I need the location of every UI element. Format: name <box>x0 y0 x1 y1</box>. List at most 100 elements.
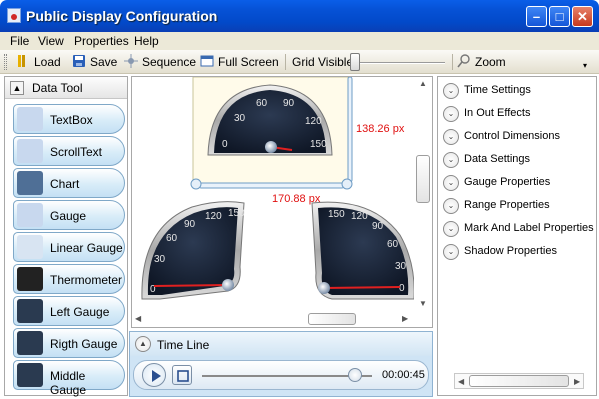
width-resize-handle[interactable] <box>198 182 345 189</box>
properties-horizontal-scrollbar[interactable]: ◀ ▶ <box>454 373 584 389</box>
thermometer-icon <box>17 267 43 291</box>
left-gauge-icon <box>17 299 43 323</box>
properties-panel: ⌄ Time Settings ⌄ In Out Effects ⌄ Control Di… <box>437 76 597 396</box>
save-button[interactable]: Save <box>72 54 117 70</box>
grid-visible-toggle[interactable]: Grid Visible <box>285 54 353 70</box>
right-gauge-icon <box>17 331 43 355</box>
property-section-range-properties[interactable]: ⌄ Range Properties <box>438 195 596 217</box>
menu-help[interactable]: Help <box>134 34 159 48</box>
gauge-3-tick-label: 60 <box>387 239 399 250</box>
tool-item-scrolltext[interactable]: ScrollText <box>13 136 125 166</box>
minimize-icon: – <box>532 9 541 24</box>
menu-view[interactable]: View <box>38 34 64 48</box>
properties-scroll-thumb[interactable] <box>469 375 569 387</box>
collapse-up-icon[interactable]: ▲ <box>10 81 24 95</box>
gauge-2-tick-label: 90 <box>184 219 196 230</box>
gauge-3-needle <box>323 286 401 289</box>
gauge-3-tick-label: 30 <box>395 261 407 272</box>
resize-corner-handle[interactable] <box>341 178 353 190</box>
zoom-slider-track[interactable] <box>353 62 445 64</box>
zoom-button[interactable]: Zoom <box>452 54 506 70</box>
scroll-right-arrow-icon[interactable]: ▶ <box>402 314 408 323</box>
resize-corner-handle[interactable] <box>190 178 202 190</box>
timeline-track[interactable] <box>202 375 372 377</box>
timeline-controls: 00:00:45 <box>133 360 429 390</box>
tool-item-chart[interactable]: Chart <box>13 168 125 198</box>
expand-chevron-icon[interactable]: ⌄ <box>443 83 459 99</box>
height-resize-handle[interactable] <box>347 77 353 183</box>
toolbar-overflow-icon[interactable]: ▾ <box>583 58 587 74</box>
app-icon <box>7 8 21 23</box>
gauge-1-tick-label: 60 <box>256 98 268 109</box>
gauge-3-tick-label: 90 <box>372 221 384 232</box>
expand-chevron-icon[interactable]: ⌄ <box>443 198 459 214</box>
minimize-button[interactable]: – <box>526 6 547 27</box>
timeline-slider-thumb[interactable] <box>348 368 362 382</box>
expand-chevron-icon[interactable]: ⌄ <box>443 106 459 122</box>
tool-item-thermometer[interactable]: Thermometer <box>13 264 125 294</box>
tool-item-label: Chart <box>50 177 80 191</box>
property-section-in-out-effects[interactable]: ⌄ In Out Effects <box>438 103 596 125</box>
gauge-2-tick-label: 30 <box>154 254 166 265</box>
tool-item-left-gauge[interactable]: Left Gauge <box>13 296 125 326</box>
menu-properties[interactable]: Properties <box>74 34 129 48</box>
expand-chevron-icon[interactable]: ⌄ <box>443 175 459 191</box>
vertical-scroll-thumb[interactable] <box>416 155 430 203</box>
toolbar-grip[interactable] <box>4 54 7 70</box>
middle-gauge-icon <box>17 363 43 387</box>
tool-item-middle-gauge[interactable]: Middle Gauge <box>13 360 125 397</box>
gauge-3-hub <box>318 282 330 294</box>
gauge-3-tick-label: 0 <box>399 283 405 294</box>
scroll-left-arrow-icon[interactable]: ◀ <box>135 314 141 323</box>
canvas-vertical-scrollbar[interactable]: ▲ ▼ <box>414 77 432 310</box>
property-section-gauge-properties[interactable]: ⌄ Gauge Properties <box>438 172 596 194</box>
horizontal-scroll-thumb[interactable] <box>308 313 356 325</box>
textbox-icon <box>17 107 43 131</box>
load-button[interactable]: Load <box>16 54 61 70</box>
expand-chevron-icon[interactable]: ⌄ <box>443 221 459 237</box>
toolbar: Load Save Sequence Full Screen Grid Visi… <box>0 50 599 74</box>
property-section-label: Shadow Properties <box>464 245 557 257</box>
collapse-chevron-icon[interactable]: ▲ <box>135 336 151 352</box>
property-section-label: Control Dimensions <box>464 130 560 142</box>
menu-file[interactable]: File <box>10 34 29 48</box>
tool-item-rigth-gauge[interactable]: Rigth Gauge <box>13 328 125 358</box>
sequence-label: Sequence <box>142 55 197 69</box>
scroll-right-arrow-icon[interactable]: ▶ <box>574 377 580 386</box>
menu-bar: File View Properties Help <box>0 32 599 50</box>
data-tool-header: ▲ Data Tool <box>5 77 127 99</box>
expand-chevron-icon[interactable]: ⌄ <box>443 152 459 168</box>
close-button[interactable]: ✕ <box>572 6 593 27</box>
property-section-data-settings[interactable]: ⌄ Data Settings <box>438 149 596 171</box>
property-section-time-settings[interactable]: ⌄ Time Settings <box>438 80 596 102</box>
tool-item-label: TextBox <box>50 113 93 127</box>
property-section-shadow-properties[interactable]: ⌄ Shadow Properties <box>438 241 596 263</box>
fullscreen-button[interactable]: Full Screen <box>200 54 279 70</box>
folder-icon <box>18 55 25 67</box>
play-button[interactable] <box>142 363 166 387</box>
property-section-control-dimensions[interactable]: ⌄ Control Dimensions <box>438 126 596 148</box>
maximize-button[interactable]: □ <box>549 6 570 27</box>
scroll-down-arrow-icon[interactable]: ▼ <box>419 299 427 308</box>
floppy-disk-icon <box>73 55 85 67</box>
scroll-left-arrow-icon[interactable]: ◀ <box>458 377 464 386</box>
gauge-1-tick-label: 150 <box>310 139 327 150</box>
property-section-mark-and-label-properties[interactable]: ⌄ Mark And Label Properties <box>438 218 596 240</box>
tool-item-gauge[interactable]: Gauge <box>13 200 125 230</box>
fullscreen-icon <box>200 55 214 67</box>
timeline-title: Time Line <box>157 338 210 352</box>
stop-button[interactable] <box>172 365 192 385</box>
gauge-2-tick-label: 150 <box>228 208 245 219</box>
gauge-2-needle <box>153 284 229 287</box>
canvas-horizontal-scrollbar[interactable]: ◀ ▶ <box>132 311 414 327</box>
scroll-up-arrow-icon[interactable]: ▲ <box>419 79 427 88</box>
window-title: Public Display Configuration <box>26 8 218 24</box>
tool-item-linear-gauge[interactable]: Linear Gauge <box>13 232 125 262</box>
design-canvas[interactable]: 0 30 60 90 120 150 0 30 60 90 120 150 15… <box>131 76 433 328</box>
tool-item-textbox[interactable]: TextBox <box>13 104 125 134</box>
sequence-button[interactable]: Sequence <box>124 54 196 70</box>
zoom-slider-thumb[interactable] <box>350 53 360 71</box>
gauge-1-tick-label: 0 <box>222 139 228 150</box>
expand-chevron-icon[interactable]: ⌄ <box>443 244 459 260</box>
expand-chevron-icon[interactable]: ⌄ <box>443 129 459 145</box>
